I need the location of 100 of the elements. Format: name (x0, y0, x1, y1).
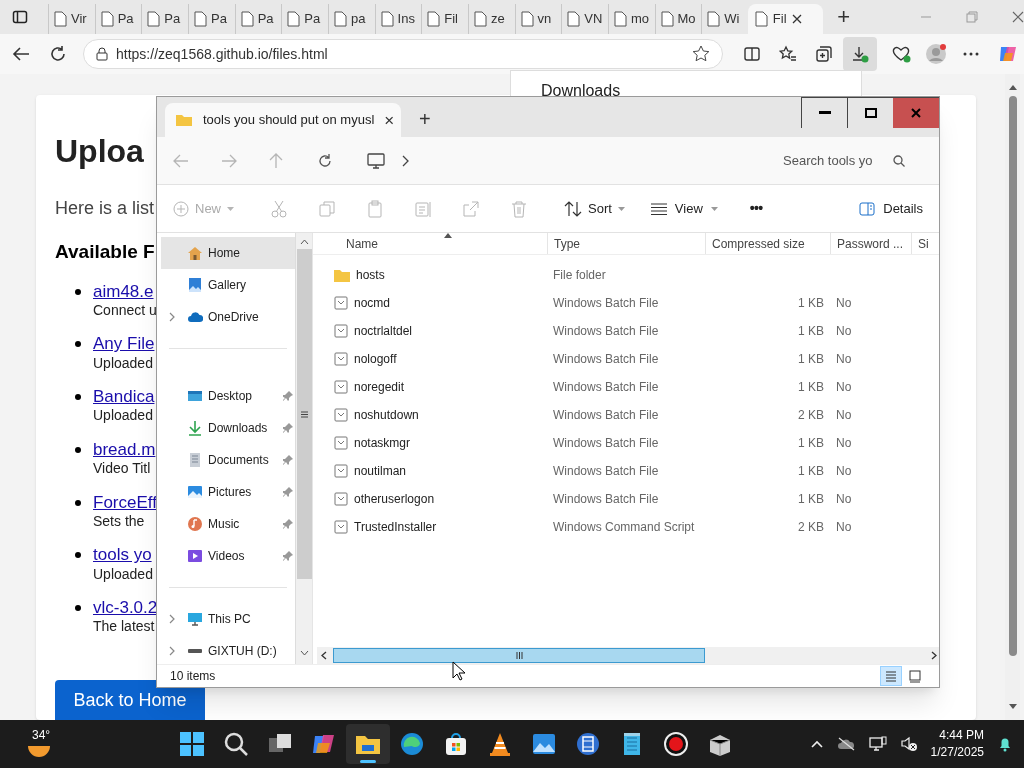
page-icon (706, 11, 721, 27)
sidebar-item[interactable]: GIXTUH (D:) (161, 635, 295, 667)
details-button[interactable]: Details (859, 198, 923, 219)
document-icon (187, 452, 203, 468)
password-status: No (836, 352, 852, 366)
lock-icon (96, 47, 108, 61)
collections-icon[interactable] (815, 45, 833, 63)
volume-muted-icon[interactable] (900, 736, 917, 752)
back-icon[interactable] (12, 46, 30, 62)
minimize-button[interactable] (802, 98, 848, 128)
sidebar-item[interactable]: Documents (161, 444, 295, 476)
sidebar-item[interactable]: Pictures (161, 476, 295, 508)
column-header[interactable]: Si (911, 233, 935, 254)
favorites-icon[interactable] (779, 45, 797, 63)
refresh-icon[interactable] (49, 45, 67, 63)
file-link[interactable]: Bandica (93, 386, 155, 408)
sidebar-item[interactable]: This PC (161, 603, 295, 635)
file-type: Windows Batch File (553, 436, 659, 450)
scroll-down-icon[interactable] (299, 650, 309, 656)
cloud-off-icon[interactable] (836, 737, 855, 751)
monitor-icon[interactable] (367, 152, 385, 169)
scroll-left-icon[interactable] (321, 651, 327, 660)
bell-icon[interactable] (998, 736, 1012, 752)
view-toggle[interactable] (880, 666, 902, 686)
file-link[interactable]: tools yo (93, 544, 153, 566)
file-type: Windows Batch File (553, 408, 659, 422)
folder-tab[interactable]: tools you should put on myusl × (165, 103, 401, 137)
bullet-icon (75, 288, 81, 295)
new-tab-button[interactable]: + (419, 109, 431, 129)
file-name[interactable]: nocmd (354, 294, 391, 312)
taskbar-app[interactable] (346, 724, 390, 764)
avatar-icon[interactable] (925, 43, 947, 65)
refresh-icon[interactable] (317, 152, 333, 169)
new-tab-button[interactable]: + (837, 6, 851, 28)
chevron-right-icon[interactable] (401, 154, 409, 167)
pin-icon (283, 519, 293, 529)
scrollbar-thumb[interactable] (333, 648, 705, 663)
file-name[interactable]: noctrlaltdel (354, 322, 413, 340)
address-bar[interactable]: https://zeq1568.github.io/files.html (83, 39, 723, 69)
scroll-right-icon[interactable] (931, 651, 937, 660)
details-view-icon (884, 669, 898, 683)
batch-file-icon (334, 408, 348, 422)
file-name[interactable]: otheruserlogon (354, 490, 435, 508)
column-header[interactable]: Password ... (830, 233, 911, 254)
scrollbar-thumb[interactable] (1008, 96, 1017, 656)
mouse-cursor-icon (452, 661, 466, 681)
file-name[interactable]: nologoff (354, 350, 397, 368)
file-type: Windows Batch File (553, 464, 659, 478)
compressed-size: 1 KB (798, 352, 824, 366)
file-link[interactable]: Any File (93, 333, 155, 355)
column-header[interactable]: Compressed size (705, 233, 830, 254)
file-link[interactable]: bread.m (93, 438, 156, 460)
sidebar-item[interactable]: Music (161, 508, 295, 540)
more-button[interactable]: ••• (749, 198, 763, 219)
caret-icon (710, 206, 718, 211)
search-icon (222, 730, 250, 758)
scroll-down-icon[interactable] (1008, 704, 1017, 710)
close-icon[interactable] (1012, 11, 1024, 23)
close-button[interactable] (893, 98, 939, 128)
grip-icon (300, 410, 308, 418)
file-name[interactable]: notaskmgr (354, 434, 411, 452)
sidebar-item[interactable]: Downloads (161, 412, 295, 444)
scroll-up-icon[interactable] (299, 239, 309, 245)
page-icon (379, 11, 394, 27)
sidebar-item[interactable]: Gallery (161, 269, 295, 301)
batch-file-icon (334, 352, 348, 366)
file-name[interactable]: noshutdown (354, 406, 419, 424)
more-icon[interactable] (963, 52, 979, 56)
page-icon (53, 11, 67, 27)
column-header[interactable]: Name (321, 233, 547, 254)
sidebar-item[interactable]: Desktop (161, 380, 295, 412)
view-button[interactable]: View (650, 198, 718, 219)
file-link[interactable]: vlc-3.0.2 (93, 597, 158, 619)
scroll-up-icon[interactable] (1008, 84, 1017, 90)
sidebar-item[interactable]: OneDrive (161, 301, 295, 333)
back-button[interactable]: Back to Home (55, 680, 205, 720)
close-tab-button[interactable]: × (384, 111, 395, 129)
column-header[interactable]: Type (547, 233, 705, 254)
bullet-icon (75, 394, 81, 400)
tab-actions-icon[interactable] (12, 9, 28, 25)
split-screen-icon[interactable] (743, 45, 761, 63)
heartbeat-icon[interactable] (891, 45, 911, 63)
chevron-up-icon[interactable] (810, 740, 823, 748)
file-type: Windows Batch File (553, 296, 659, 310)
network-icon[interactable] (868, 736, 887, 752)
sidebar-item[interactable]: Home (161, 237, 295, 269)
browser-tab[interactable]: Fil (747, 4, 824, 34)
sort-button[interactable]: Sort (564, 198, 625, 219)
star-icon (692, 45, 710, 63)
sidebar-item[interactable]: Videos (161, 540, 295, 572)
file-name[interactable]: hosts (356, 266, 385, 284)
file-name[interactable]: noregedit (354, 378, 405, 396)
file-name[interactable]: TrustedInstaller (354, 518, 437, 536)
compressed-size: 1 KB (798, 324, 824, 338)
file-link[interactable]: aim48.e (93, 280, 157, 302)
search-field[interactable]: Search tools yo (783, 150, 887, 171)
file-link[interactable]: ForceEff (93, 491, 157, 513)
file-name[interactable]: noutilman (354, 462, 407, 480)
downloads-button[interactable] (843, 37, 877, 71)
scrollbar-thumb[interactable] (296, 249, 312, 579)
